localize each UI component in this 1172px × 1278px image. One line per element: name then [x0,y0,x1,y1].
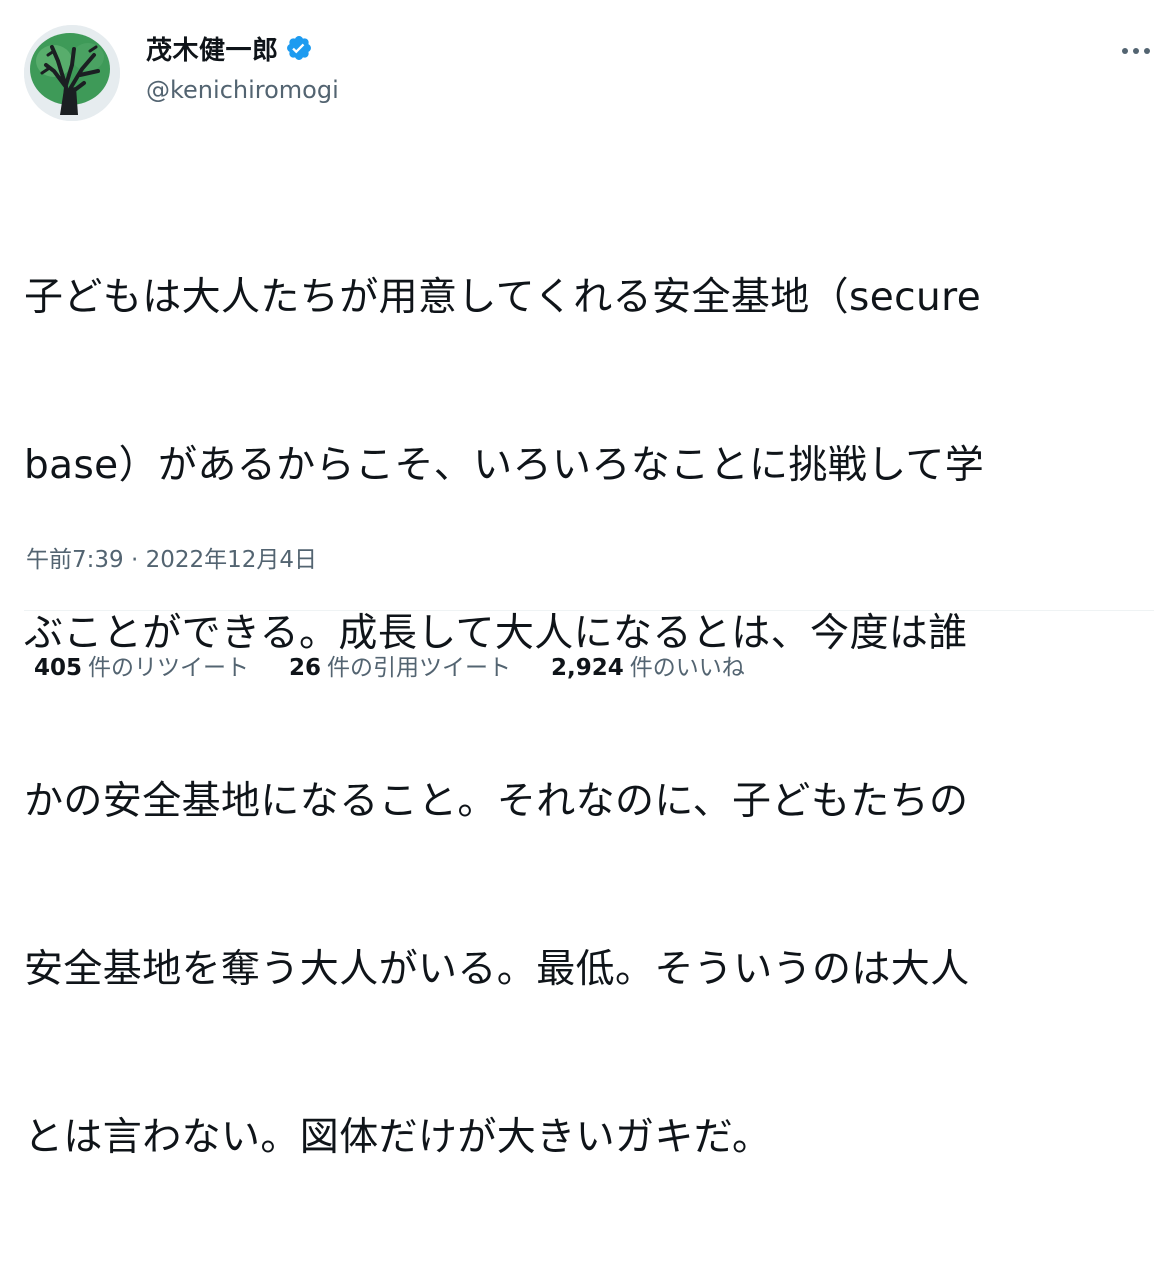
engagement-stats: 405 件のリツイート 26 件の引用ツイート 2,924 件のいいね [34,648,785,682]
tweet-text-line: 子どもは大人たちが用意してくれる安全基地（secure [24,275,982,320]
avatar[interactable] [24,25,120,121]
tweet-text-line: かの安全基地になること。それなのに、子どもたちの [24,779,969,824]
retweets-label: 件のリツイート [88,655,250,681]
retweets-stat[interactable]: 405 件のリツイート [34,648,249,682]
likes-stat[interactable]: 2,924 件のいいね [551,648,745,682]
tweet-text-line: 安全基地を奪う大人がいる。最低。そういうのは大人 [24,947,970,992]
user-handle[interactable]: @kenichiromogi [146,76,339,104]
tweet-text-line: base）があるからこそ、いろいろなことに挑戦して学 [24,443,985,488]
tweet: 茂木健一郎 @kenichiromogi 子どもは大人たちが用意してくれる安全基… [0,0,1172,1160]
divider [24,610,1154,611]
likes-count: 2,924 [551,655,624,681]
tweet-timestamp[interactable]: 午前7:39 · 2022年12月4日 [26,540,317,574]
quotes-label: 件の引用ツイート [327,655,512,681]
display-name[interactable]: 茂木健一郎 [146,30,279,67]
avatar-image [24,25,120,121]
quotes-count: 26 [289,655,322,681]
retweets-count: 405 [34,655,83,681]
author-name-row: 茂木健一郎 [146,30,313,66]
more-horizontal-icon [1122,48,1150,54]
verified-badge-icon [285,34,313,62]
tweet-text: 子どもは大人たちが用意してくれる安全基地（secure base）があるからこそ… [24,158,1140,1278]
likes-label: 件のいいね [629,655,745,681]
more-options-button[interactable] [1118,36,1154,66]
tweet-text-line: とは言わない。図体だけが大きいガキだ。 [24,1115,772,1160]
quotes-stat[interactable]: 26 件の引用ツイート [289,648,511,682]
